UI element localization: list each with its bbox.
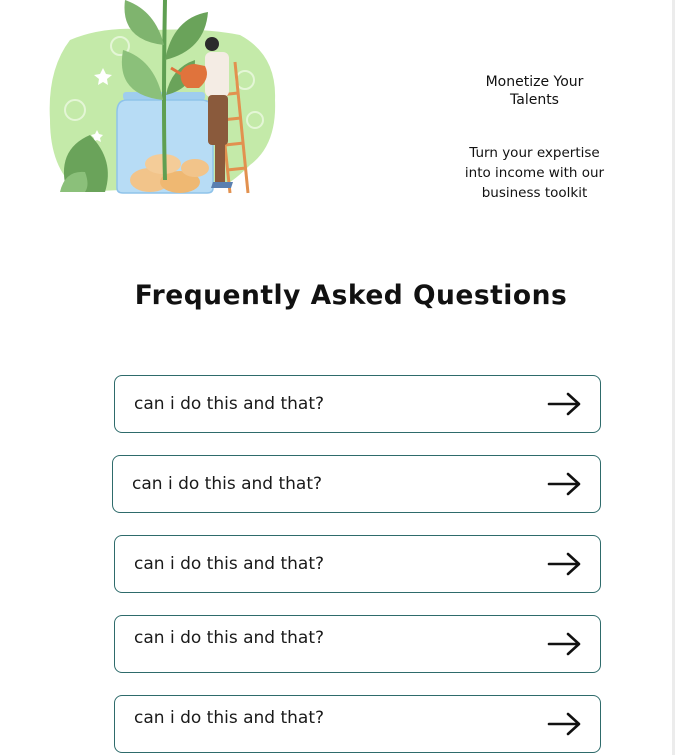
arrow-right-icon [547, 472, 581, 496]
arrow-right-icon [547, 712, 581, 736]
faq-item[interactable]: can i do this and that? [114, 535, 601, 593]
faq-item[interactable]: can i do this and that? [114, 375, 601, 433]
faq-item[interactable]: can i do this and that? [114, 695, 601, 753]
faq-question: can i do this and that? [134, 708, 325, 729]
faq-item[interactable]: can i do this and that? [114, 615, 601, 673]
faq-question: can i do this and that? [132, 474, 323, 494]
faq-heading: Frequently Asked Questions [134, 280, 568, 311]
arrow-right-icon [547, 392, 581, 416]
faq-item[interactable]: can i do this and that? [112, 455, 601, 513]
promo-title: Monetize Your Talents [485, 74, 584, 108]
faq-question: can i do this and that? [134, 394, 325, 414]
promo-subtitle: Turn your expertise into income with our… [464, 145, 605, 201]
faq-question: can i do this and that? [134, 628, 325, 649]
money-plant-illustration [49, 0, 276, 194]
arrow-right-icon [547, 632, 581, 656]
arrow-right-icon [547, 552, 581, 576]
faq-question: can i do this and that? [134, 554, 325, 574]
